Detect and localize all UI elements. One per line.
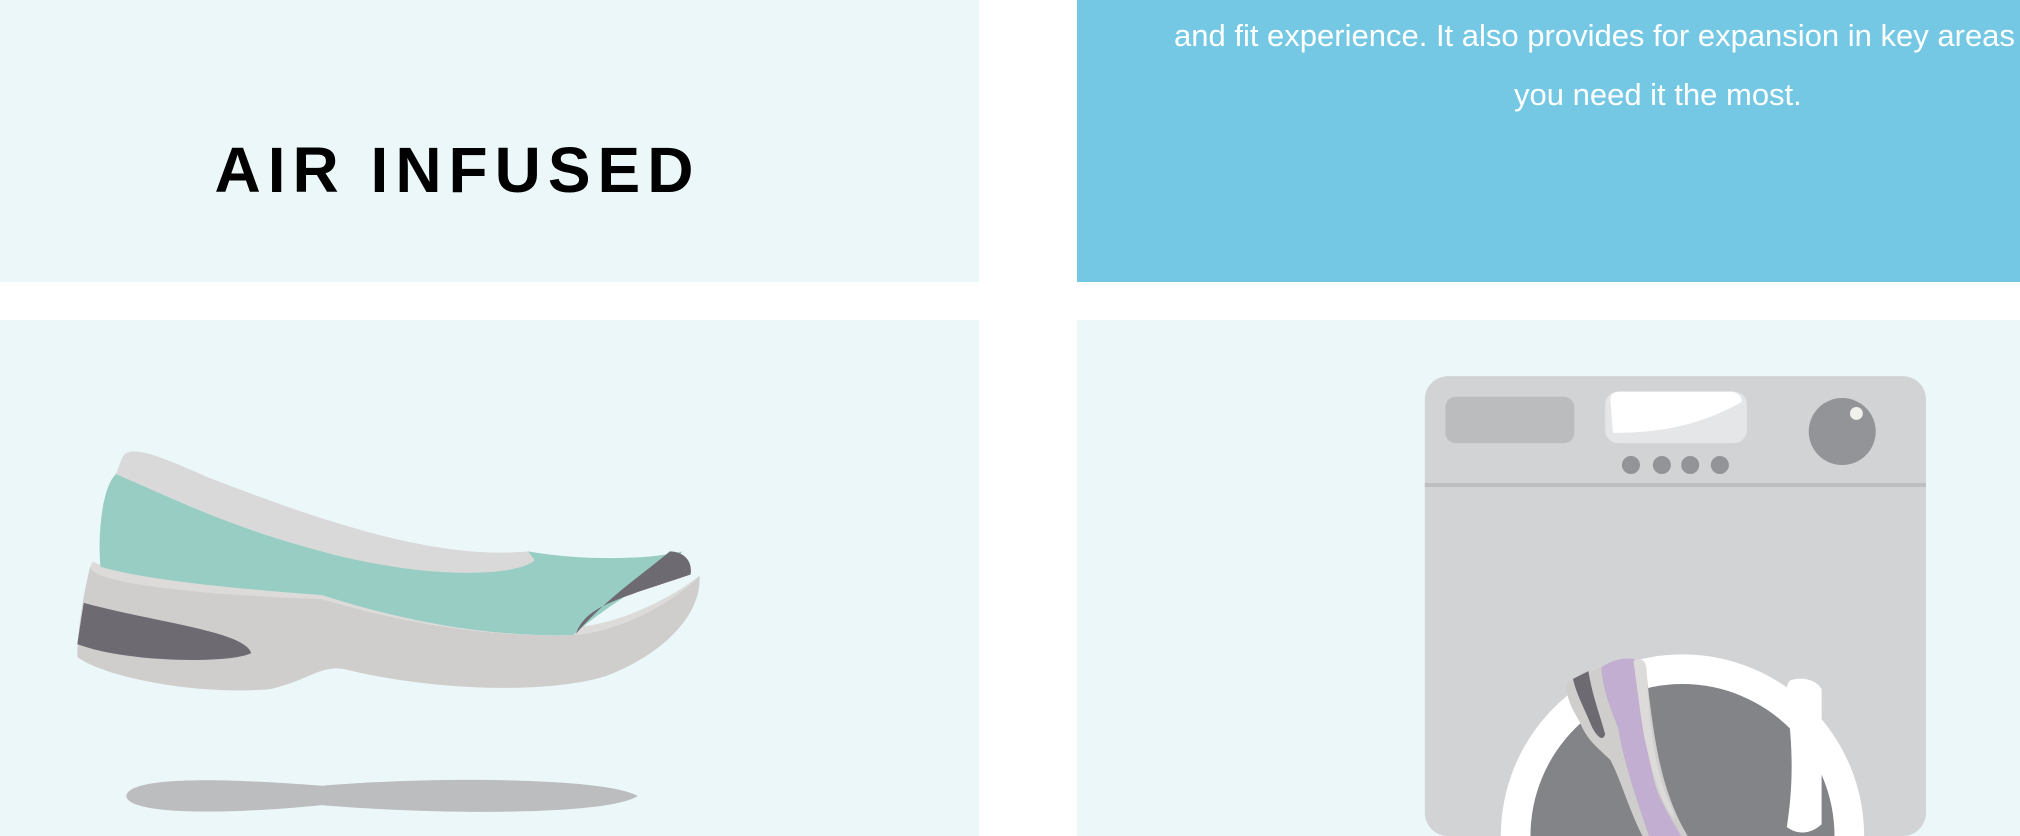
washer-illustration-panel — [1077, 320, 2020, 836]
feature-description-panel: and fit experience. It also provides for… — [1077, 0, 2020, 282]
description-line: you need it the most. — [1514, 77, 1802, 112]
feature-title-panel: AIR INFUSED — [0, 0, 979, 282]
description-line: and fit experience. It also provides for… — [1174, 18, 2015, 53]
shoe-illustration-panel — [0, 320, 979, 836]
feature-description: and fit experience. It also provides for… — [1077, 6, 2020, 124]
feature-title: AIR INFUSED — [214, 134, 701, 206]
